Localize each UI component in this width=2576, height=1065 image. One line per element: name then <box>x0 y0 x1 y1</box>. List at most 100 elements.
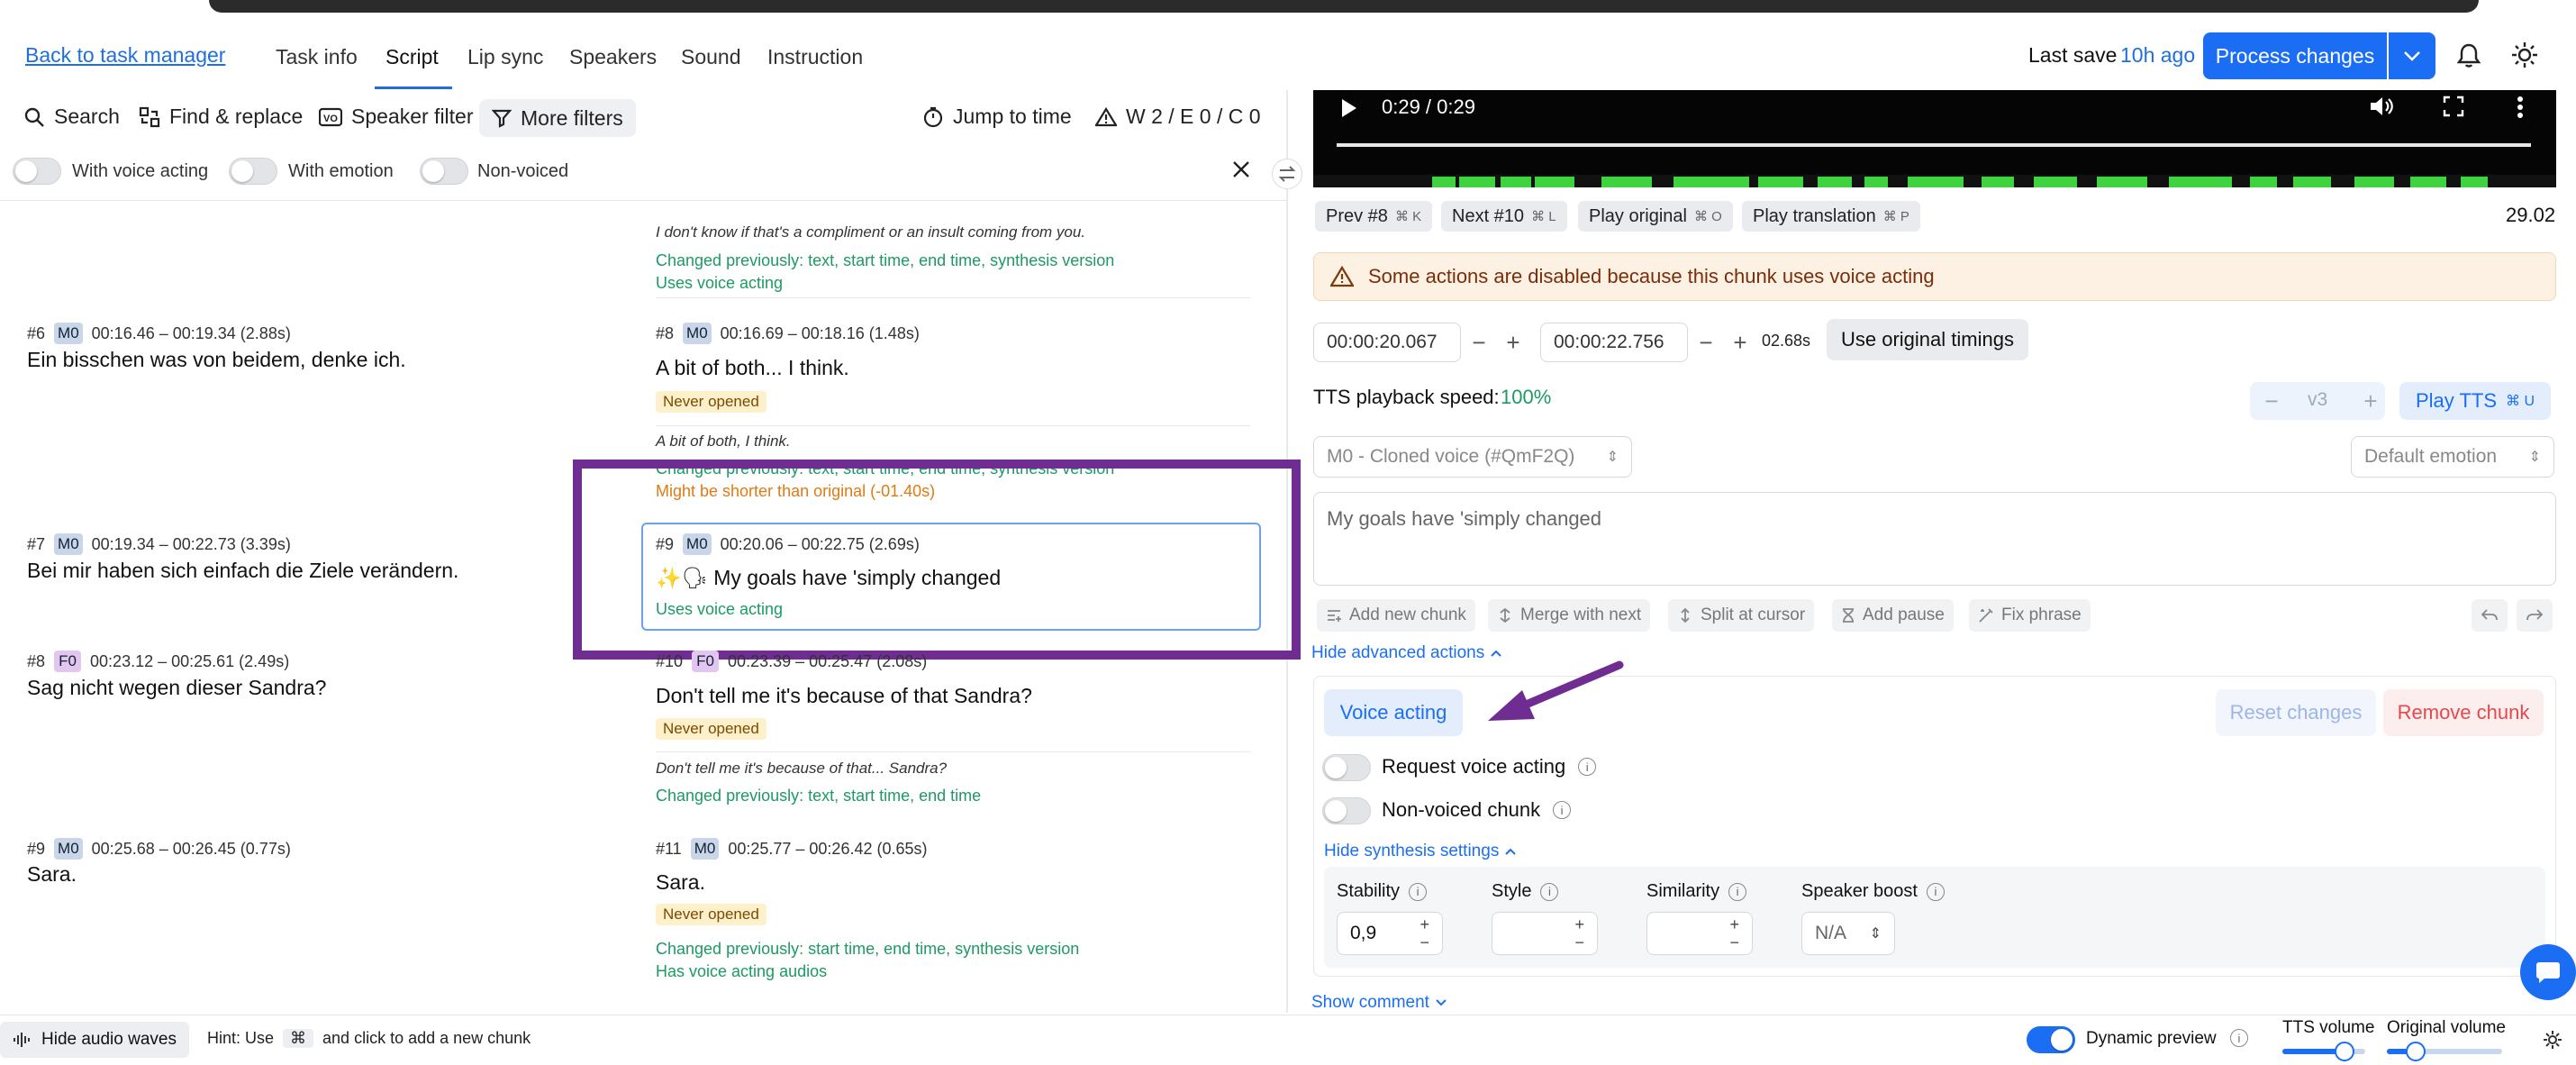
similarity-stepper[interactable]: + − <box>1729 915 1739 951</box>
chevron-down-icon <box>2404 51 2420 61</box>
close-filters-icon[interactable] <box>1232 160 1250 178</box>
tab-sound[interactable]: Sound <box>681 45 741 69</box>
voice-acting-button[interactable]: Voice acting <box>1324 689 1463 736</box>
prev-chunk-button[interactable]: Prev #8 ⌘ K <box>1315 201 1433 232</box>
request-voice-acting-toggle[interactable] <box>1322 754 1371 781</box>
start-time-decrement[interactable]: − <box>1463 323 1495 362</box>
emotion-select[interactable]: Default emotion ⇕ <box>2351 436 2554 478</box>
translated-chunk-text[interactable]: A bit of both... I think. <box>656 356 849 380</box>
dynamic-preview-label: Dynamic preview <box>2086 1029 2217 1048</box>
info-icon[interactable]: i <box>1578 758 1597 776</box>
process-changes-button[interactable]: Process changes <box>2203 32 2387 79</box>
tts-volume-slider[interactable] <box>2282 1042 2365 1061</box>
tab-instruction[interactable]: Instruction <box>767 45 863 69</box>
audio-waveform[interactable] <box>1313 175 2556 187</box>
original-chunk-text[interactable]: Sara. <box>27 862 77 887</box>
hide-synthesis-settings-link[interactable]: Hide synthesis settings <box>1324 842 1517 861</box>
bell-icon[interactable] <box>2455 41 2482 68</box>
hide-audio-waves-button[interactable]: Hide audio waves <box>0 1022 189 1058</box>
translated-chunk-text[interactable]: Don't tell me it's because of that Sandr… <box>656 684 1032 708</box>
original-chunk-meta: #6 M0 00:16.46 – 00:19.34 (2.88s) <box>27 323 291 344</box>
play-original-button[interactable]: Play original ⌘ O <box>1578 201 1733 232</box>
translated-chunk-text[interactable]: Sara. <box>656 870 705 895</box>
info-icon[interactable]: i <box>1409 882 1428 901</box>
info-icon[interactable]: i <box>1540 882 1559 901</box>
version-increment[interactable]: + <box>2351 382 2390 420</box>
similarity-input[interactable]: + − <box>1646 912 1753 955</box>
play-tts-button[interactable]: Play TTS ⌘ U <box>2399 382 2551 420</box>
warnings-summary[interactable]: W 2 / E 0 / C 0 <box>1095 105 1261 129</box>
non-voiced-chunk-toggle[interactable] <box>1322 797 1371 824</box>
fix-phrase-button[interactable]: Fix phrase <box>1969 599 2091 632</box>
info-icon[interactable]: i <box>1553 801 1572 819</box>
tab-lip-sync[interactable]: Lip sync <box>467 45 543 69</box>
process-changes-dropdown[interactable] <box>2389 32 2435 79</box>
speaker-badge: M0 <box>690 838 720 860</box>
redo-icon[interactable] <box>2517 599 2553 632</box>
tab-speakers[interactable]: Speakers <box>569 45 657 69</box>
chunk-text-area[interactable]: My goals have 'simply changed <box>1313 492 2556 586</box>
remove-chunk-button[interactable]: Remove chunk <box>2383 689 2544 736</box>
speaker-filter-button[interactable]: VO Speaker filter <box>319 105 474 129</box>
original-chunk-text[interactable]: Ein bisschen was von beidem, denke ich. <box>27 348 406 372</box>
stability-label: Stability i <box>1337 881 1428 902</box>
split-at-cursor-button[interactable]: Split at cursor <box>1668 599 1815 632</box>
original-volume-slider[interactable] <box>2387 1042 2502 1061</box>
merge-with-next-button[interactable]: Merge with next <box>1488 599 1651 632</box>
with-emotion-toggle[interactable] <box>229 158 277 185</box>
chevron-up-icon <box>1505 848 1517 855</box>
undo-icon[interactable] <box>2472 599 2508 632</box>
speaker-boost-select[interactable]: N/A ⇕ <box>1801 912 1895 955</box>
fullscreen-icon[interactable] <box>2443 96 2464 117</box>
version-decrement[interactable]: − <box>2252 382 2291 420</box>
add-chunk-icon <box>1328 610 1341 622</box>
end-time-decrement[interactable]: − <box>1690 323 1722 362</box>
jump-to-time-button[interactable]: Jump to time <box>922 105 1072 129</box>
more-filters-button[interactable]: More filters <box>479 99 636 137</box>
original-chunk-text[interactable]: Bei mir haben sich einfach die Ziele ver… <box>27 559 458 583</box>
with-voice-acting-toggle[interactable] <box>13 158 61 185</box>
swap-panes-icon[interactable] <box>1272 159 1302 189</box>
more-options-icon[interactable] <box>2517 96 2524 119</box>
play-icon[interactable] <box>1340 97 1358 119</box>
info-icon[interactable]: i <box>1728 882 1747 901</box>
find-replace-button[interactable]: Find & replace <box>139 105 303 129</box>
volume-icon[interactable] <box>2369 96 2394 117</box>
tab-task-info[interactable]: Task info <box>276 45 358 69</box>
translated-chunk-meta: #11 M0 00:25.77 – 00:26.42 (0.65s) <box>656 838 928 860</box>
non-voiced-toggle[interactable] <box>420 158 468 185</box>
theme-toggle-sun-icon[interactable] <box>2511 41 2538 68</box>
speaker-boost-label: Speaker boost i <box>1801 881 1945 902</box>
info-icon[interactable]: i <box>1926 882 1945 901</box>
style-stepper[interactable]: + − <box>1574 915 1584 951</box>
stability-input[interactable]: 0,9 + − <box>1337 912 1443 955</box>
show-comment-link[interactable]: Show comment <box>1311 993 1447 1013</box>
settings-gear-icon[interactable] <box>2542 1029 2563 1051</box>
next-chunk-button[interactable]: Next #10 ⌘ L <box>1441 201 1567 232</box>
original-chunk-text[interactable]: Sag nicht wegen dieser Sandra? <box>27 676 326 700</box>
search-button[interactable]: Search <box>23 105 120 129</box>
reset-changes-button[interactable]: Reset changes <box>2216 689 2376 736</box>
original-chunk-meta: #7 M0 00:19.34 – 00:22.73 (3.39s) <box>27 533 291 555</box>
play-translation-button[interactable]: Play translation ⌘ P <box>1742 201 1920 232</box>
select-arrows-icon: ⇕ <box>2528 450 2541 465</box>
end-time-increment[interactable]: + <box>1724 323 1756 362</box>
voice-select[interactable]: M0 - Cloned voice (#QmF2Q) ⇕ <box>1313 436 1632 478</box>
filter-icon <box>492 109 512 128</box>
info-icon[interactable]: i <box>2230 1029 2248 1047</box>
tab-script[interactable]: Script <box>385 45 439 69</box>
dynamic-preview-toggle[interactable] <box>2027 1026 2075 1053</box>
add-pause-button[interactable]: Add pause <box>1832 599 1954 632</box>
video-progress-track[interactable] <box>1337 143 2531 147</box>
back-to-task-manager-link[interactable]: Back to task manager <box>25 43 225 68</box>
end-time-input[interactable]: 00:00:22.756 <box>1540 323 1688 362</box>
chat-launcher[interactable] <box>2520 944 2576 1000</box>
search-icon <box>24 107 44 127</box>
add-new-chunk-button[interactable]: Add new chunk <box>1317 599 1475 632</box>
use-original-timings-button[interactable]: Use original timings <box>1827 319 2028 360</box>
stability-stepper[interactable]: + − <box>1420 915 1429 951</box>
start-time-input[interactable]: 00:00:20.067 <box>1313 323 1461 362</box>
start-time-increment[interactable]: + <box>1497 323 1529 362</box>
style-input[interactable]: + − <box>1492 912 1598 955</box>
video-time: 0:29 / 0:29 <box>1382 96 1475 118</box>
